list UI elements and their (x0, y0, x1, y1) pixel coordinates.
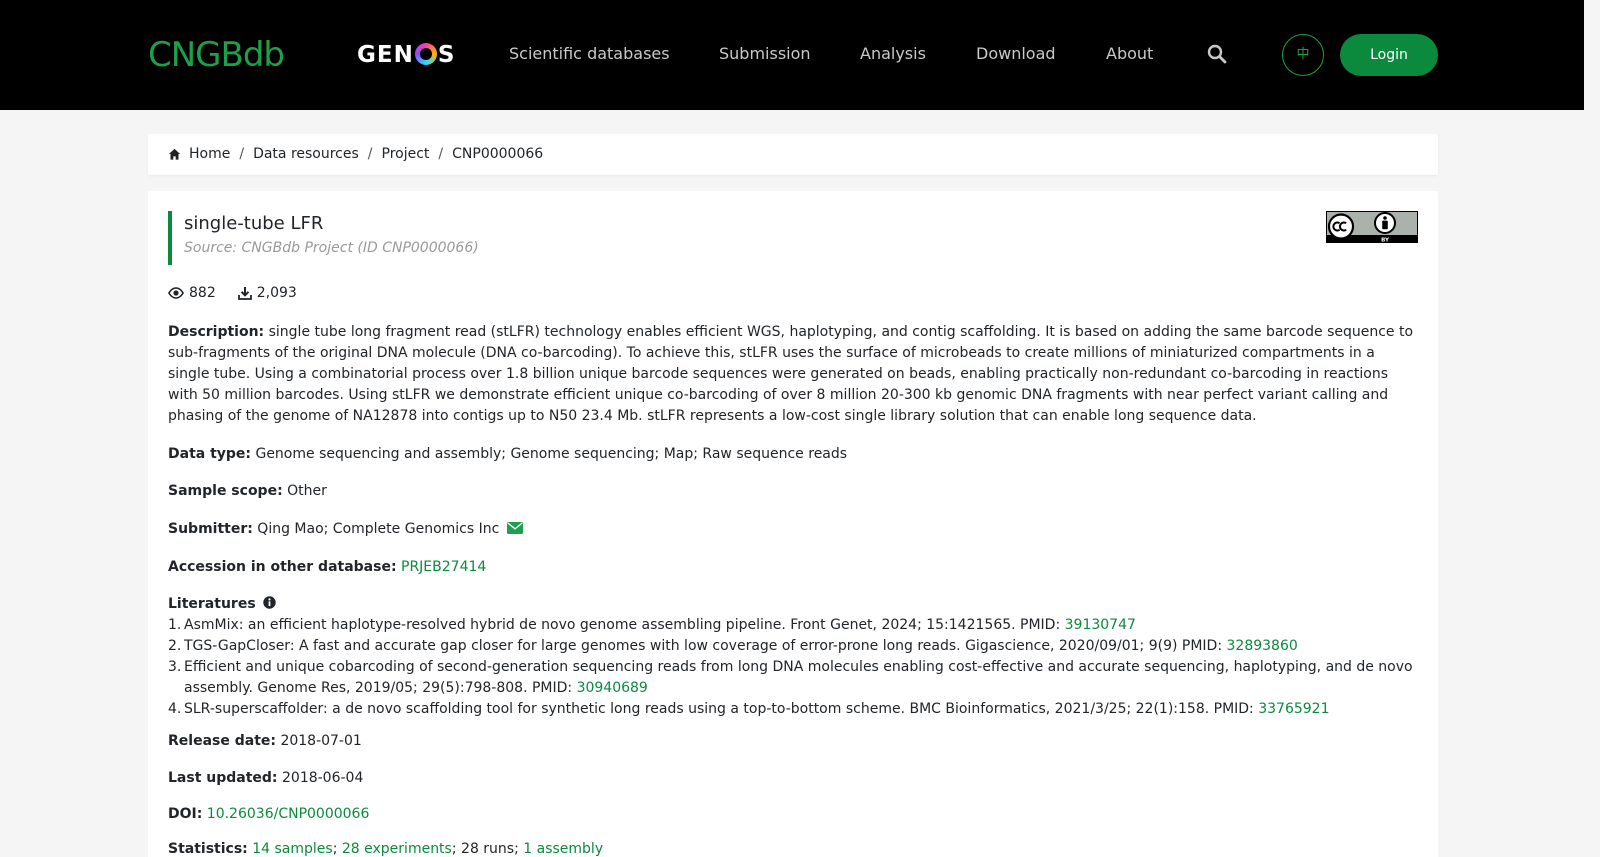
accession-field: Accession in other database: PRJEB27414 (168, 557, 1418, 578)
statistics-label: Statistics: (168, 841, 248, 857)
experiments-link[interactable]: 28 experiments (342, 841, 452, 857)
data-type-label: Data type: (168, 446, 252, 462)
description-field: Description: single tube long fragment r… (168, 322, 1418, 427)
genos-o-icon (414, 43, 437, 65)
pmid-link[interactable]: 33765921 (1258, 701, 1329, 717)
sample-scope-field: Sample scope: Other (168, 481, 1418, 502)
sample-scope-value: Other (287, 483, 327, 499)
samples-link[interactable]: 14 samples (252, 841, 332, 857)
literature-item: 2. TGS-GapCloser: A fast and accurate gap… (168, 638, 1298, 654)
download-count: 2,093 (256, 285, 297, 301)
nav-analysis[interactable]: Analysis (860, 43, 926, 65)
literatures-field: Literatures 1. AsmMix: an efficient haplo… (168, 594, 1418, 720)
project-detail-card: single-tube LFR Source: CNGBdb Project (… (148, 191, 1438, 857)
login-button[interactable]: Login (1340, 34, 1438, 76)
project-stats: 882 2,093 (168, 285, 297, 301)
pmid-link[interactable]: 39130747 (1065, 617, 1136, 633)
cngbdb-logo[interactable]: CNGBdb (148, 38, 285, 72)
breadcrumb-home[interactable]: Home (189, 146, 230, 163)
cc-by-license-icon[interactable]: BY (1326, 211, 1418, 243)
eye-icon (168, 287, 184, 299)
sample-scope-label: Sample scope: (168, 483, 283, 499)
envelope-icon[interactable] (506, 522, 523, 534)
literatures-label: Literatures (168, 596, 256, 612)
data-type-field: Data type: Genome sequencing and assembl… (168, 444, 1418, 465)
last-updated-field: Last updated: 2018-06-04 (168, 768, 1418, 789)
pmid-link[interactable]: 32893860 (1227, 638, 1298, 654)
project-title-block: single-tube LFR Source: CNGBdb Project (… (168, 211, 479, 265)
breadcrumb-separator: / (438, 146, 444, 162)
accession-link[interactable]: PRJEB27414 (401, 559, 486, 575)
description-text: single tube long fragment read (stLFR) t… (168, 324, 1414, 424)
nav-download[interactable]: Download (976, 43, 1056, 65)
nav-about[interactable]: About (1106, 43, 1153, 65)
breadcrumb-project[interactable]: Project (382, 146, 430, 163)
project-source: Source: CNGBdb Project (ID CNP0000066) (184, 240, 479, 256)
genos-logo-pre: GEN (357, 42, 414, 68)
doi-label: DOI: (168, 806, 203, 822)
literature-citation: TGS-GapCloser: A fast and accurate gap c… (184, 638, 1227, 654)
download-icon (237, 287, 252, 300)
last-updated-value: 2018-06-04 (282, 770, 364, 786)
literature-item: 4. SLR-superscaffolder: a de novo scaffol… (168, 701, 1330, 717)
accession-label: Accession in other database: (168, 559, 397, 575)
release-date-value: 2018-07-01 (280, 733, 362, 749)
submitter-value: Qing Mao; Complete Genomics Inc (257, 521, 500, 537)
breadcrumb-data-resources[interactable]: Data resources (253, 146, 359, 163)
submitter-field: Submitter: Qing Mao; Complete Genomics I… (168, 519, 1418, 540)
literature-citation: SLR-superscaffolder: a de novo scaffoldi… (184, 701, 1259, 717)
literature-item: 3. Efficient and unique cobarcoding of se… (168, 659, 1413, 696)
nav-scientific-databases[interactable]: Scientific databases (509, 43, 670, 65)
nav-submission[interactable]: Submission (719, 43, 811, 65)
description-label: Description: (168, 324, 265, 340)
data-type-value: Genome sequencing and assembly; Genome s… (255, 446, 848, 462)
info-icon[interactable] (263, 596, 276, 609)
assembly-link[interactable]: 1 assembly (523, 841, 603, 857)
literature-list: 1. AsmMix: an efficient haplotype-resolve… (168, 615, 1418, 720)
release-date-field: Release date: 2018-07-01 (168, 731, 1418, 752)
release-date-label: Release date: (168, 733, 276, 749)
pmid-link[interactable]: 30940689 (577, 680, 648, 696)
runs-count: 28 runs (461, 841, 515, 857)
breadcrumb-separator: / (367, 146, 373, 162)
genos-logo-post: S (437, 42, 456, 68)
breadcrumb-bar: Home / Data resources / Project / CNP000… (148, 134, 1438, 175)
doi-field: DOI: 10.26036/CNP0000066 (168, 804, 1418, 825)
last-updated-label: Last updated: (168, 770, 278, 786)
view-count: 882 (189, 285, 216, 301)
project-title: single-tube LFR (184, 213, 324, 234)
genos-logo[interactable]: GEN S (357, 42, 455, 68)
literature-item: 1. AsmMix: an efficient haplotype-resolve… (168, 617, 1136, 633)
top-navbar: CNGBdb GEN S Scientific databases Submiss… (0, 0, 1584, 110)
statistics-field: Statistics: 14 samples; 28 experiments; … (168, 841, 604, 857)
literature-citation: AsmMix: an efficient haplotype-resolved … (184, 617, 1065, 633)
breadcrumb-current: CNP0000066 (452, 146, 544, 162)
svg-text:BY: BY (1381, 237, 1390, 243)
language-toggle-button[interactable]: 中 (1282, 34, 1324, 76)
literature-citation: Efficient and unique cobarcoding of seco… (184, 659, 1413, 696)
home-icon (168, 148, 181, 160)
doi-link[interactable]: 10.26036/CNP0000066 (207, 806, 370, 822)
breadcrumb: Home / Data resources / Project / CNP000… (168, 146, 543, 163)
search-icon[interactable] (1207, 44, 1227, 64)
breadcrumb-separator: / (239, 146, 245, 162)
submitter-label: Submitter: (168, 521, 253, 537)
